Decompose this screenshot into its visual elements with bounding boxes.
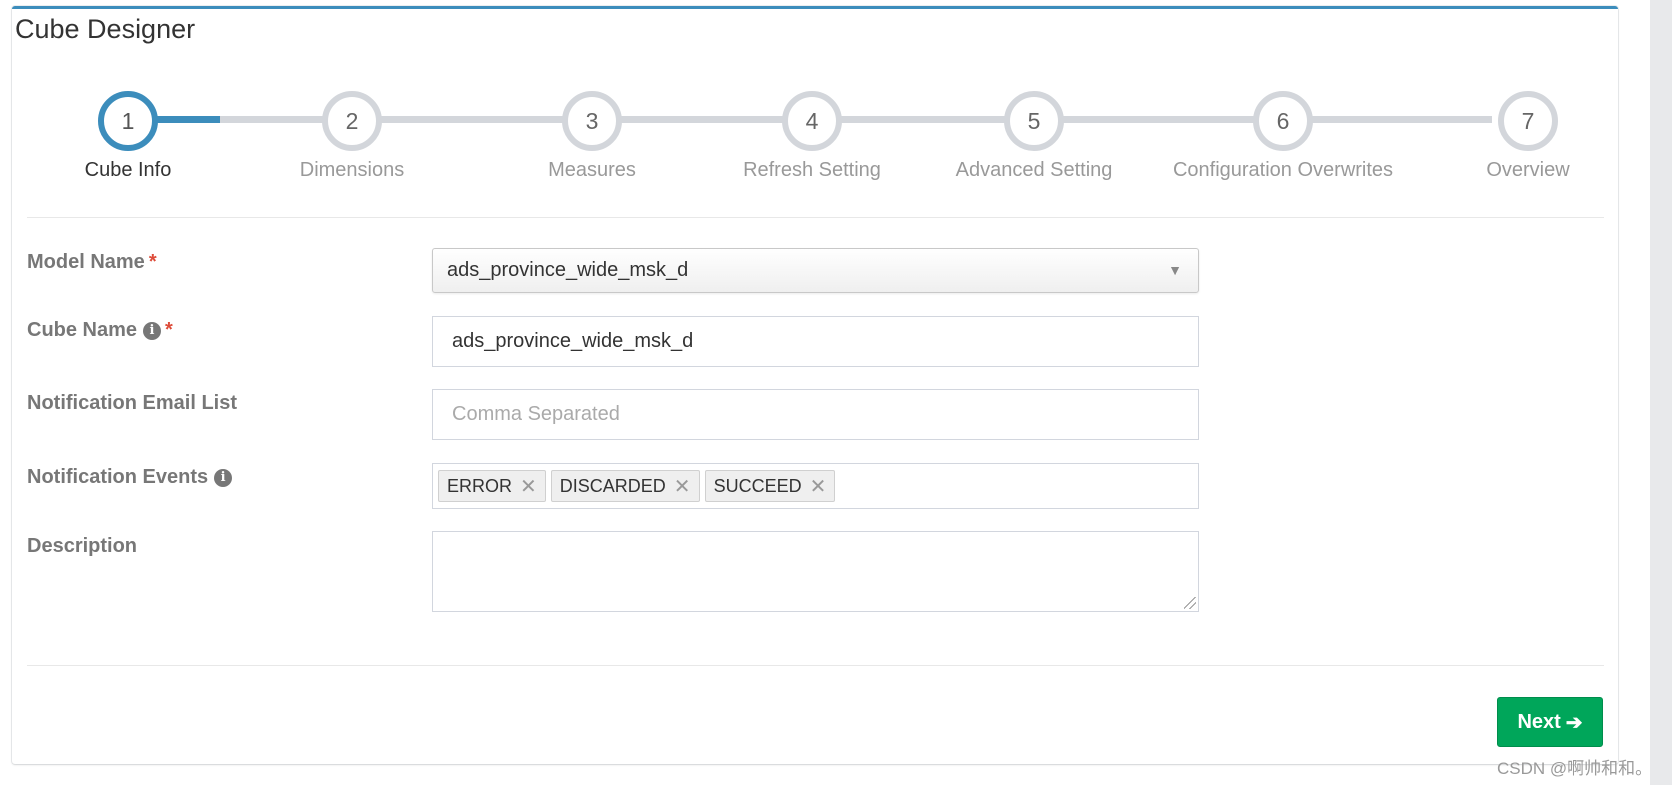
- page-scrollbar[interactable]: [1650, 0, 1672, 785]
- required-marker: *: [165, 319, 173, 341]
- watermark: CSDN @啊帅和和。: [1497, 759, 1653, 778]
- model-name-selected-value: ads_province_wide_msk_d: [447, 259, 689, 281]
- notification-email-input[interactable]: Comma Separated: [432, 389, 1199, 440]
- model-name-label: Model Name *: [27, 251, 157, 273]
- info-icon[interactable]: i: [214, 468, 233, 487]
- event-tag-discarded: DISCARDED ✕: [550, 470, 700, 502]
- info-icon[interactable]: i: [143, 321, 162, 340]
- event-tag-succeed: SUCCEED ✕: [704, 470, 836, 502]
- arrow-right-icon: ➔: [1565, 711, 1583, 734]
- step-number-circle: 4: [782, 91, 842, 151]
- step-number-circle: 6: [1253, 91, 1313, 151]
- description-textarea[interactable]: [432, 531, 1199, 612]
- model-name-select[interactable]: ads_province_wide_msk_d ▼: [432, 248, 1199, 293]
- notification-events-tag-input[interactable]: ERROR ✕ DISCARDED ✕ SUCCEED ✕: [432, 463, 1199, 509]
- resize-handle-icon[interactable]: [1184, 597, 1196, 609]
- next-button[interactable]: Next ➔: [1497, 697, 1603, 747]
- remove-tag-icon[interactable]: ✕: [520, 474, 537, 499]
- event-tag-error: ERROR ✕: [438, 470, 546, 502]
- remove-tag-icon[interactable]: ✕: [674, 474, 691, 499]
- step-number-circle: 5: [1004, 91, 1064, 151]
- footer-divider: [27, 665, 1604, 666]
- notification-email-label: Notification Email List: [27, 392, 238, 414]
- notification-events-label: Notification Events i: [27, 466, 233, 489]
- required-marker: *: [148, 251, 157, 273]
- step-number-circle: 3: [562, 91, 622, 151]
- step-number-circle: 2: [322, 91, 382, 151]
- step-label: Overview: [1486, 159, 1570, 181]
- wizard-divider: [27, 217, 1604, 218]
- cube-name-label: Cube Name i *: [27, 319, 173, 341]
- description-label: Description: [27, 535, 138, 557]
- step-number-circle: 1: [98, 91, 158, 151]
- remove-tag-icon[interactable]: ✕: [810, 474, 827, 499]
- step-number-circle: 7: [1498, 91, 1558, 151]
- chevron-down-icon: ▼: [1168, 262, 1182, 278]
- cube-name-input[interactable]: ads_province_wide_msk_d: [432, 316, 1199, 367]
- page-title: Cube Designer: [15, 14, 196, 44]
